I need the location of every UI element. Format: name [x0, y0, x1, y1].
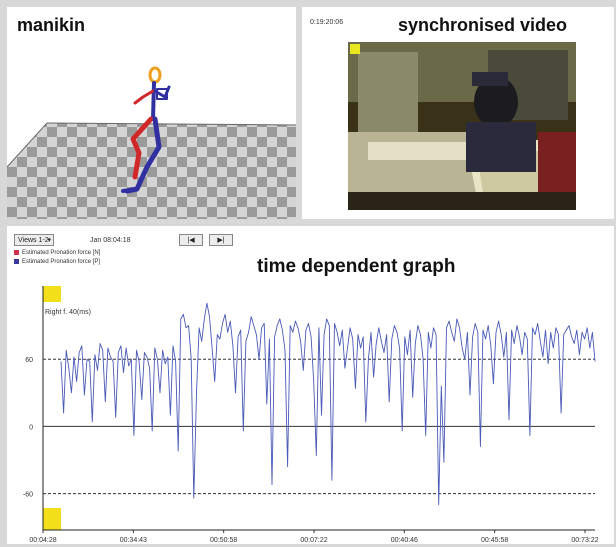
playhead-marker-bottom [43, 508, 61, 530]
x-tick-label: 00:40:46 [391, 537, 418, 544]
manikin-scene[interactable] [7, 7, 296, 219]
video-frame[interactable] [348, 42, 576, 210]
chart-annotation: Right f. 40(ms) [45, 309, 91, 316]
y-tick-label: -60 [23, 492, 33, 499]
x-tick-label: 00:34:43 [120, 537, 147, 544]
y-tick-label: 0 [29, 424, 33, 431]
time-series-chart[interactable]: 60 0 -60 00:04:28 00:34:43 00:50:58 00:07:22 00… [7, 226, 614, 544]
video-title: synchronised video [398, 15, 568, 35]
manikin-title: manikin [17, 15, 86, 35]
x-tick-label: 00:04:28 [29, 537, 56, 544]
checkered-floor [7, 123, 296, 219]
graph-panel: Views 1-2 ▾ Jan 08:04:18 |◀ ▶| Estimated… [7, 226, 614, 544]
video-timestamp: 0:19:20:06 [310, 19, 344, 26]
x-tick-label: 00:07:22 [300, 537, 327, 544]
playhead-marker-top [43, 286, 61, 302]
x-tick-label: 00:45:58 [481, 537, 508, 544]
video-panel: 0:19:20:06 synchronised video [302, 7, 614, 219]
manikin-panel: manikin [7, 7, 296, 219]
x-tick-label: 00:73:22 [571, 537, 598, 544]
series-line [60, 302, 596, 506]
x-tick-label: 00:50:58 [210, 537, 237, 544]
y-tick-label: 60 [25, 357, 33, 364]
